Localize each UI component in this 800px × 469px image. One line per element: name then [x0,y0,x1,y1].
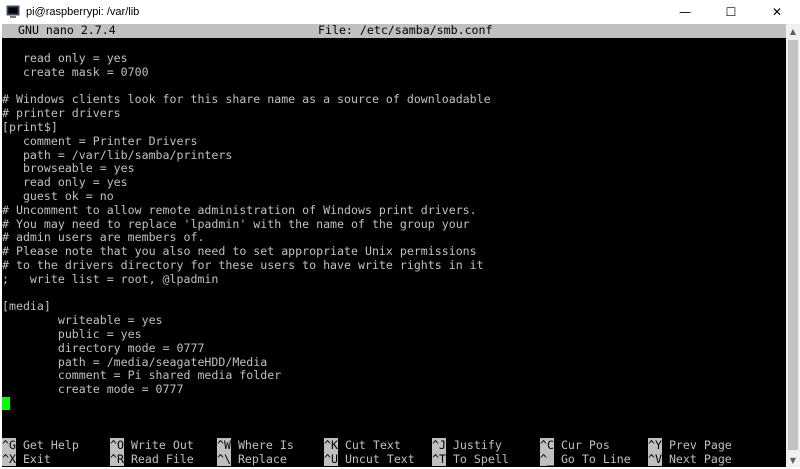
terminal-window: pi@raspberrypi: /var/lib — ☐ ✕ GNU nano … [0,0,800,469]
shortcut-label: Write Out [130,438,194,452]
editor-text-area[interactable]: read only = yes create mask = 0700 # Win… [2,51,786,411]
text-line: # printer drivers [2,106,121,121]
text-line [2,287,786,301]
window-controls: — ☐ ✕ [662,0,800,24]
shortcut-key: ^W [217,438,231,452]
maximize-button[interactable]: ☐ [708,0,754,24]
shortcut-uncut-text[interactable]: ^U Uncut Text [324,451,415,467]
shortcut-key: ^C [540,438,554,452]
shortcut-key: ^U [324,451,338,466]
text-line: # You may need to replace 'lpadmin' with… [2,216,470,231]
shortcut-key: ^\ [217,451,231,466]
shortcut-to-spell[interactable]: ^T To Spell [432,451,509,467]
vertical-scrollbar[interactable]: ▲ ▼ [786,24,800,467]
minimize-button[interactable]: — [662,0,708,24]
shortcut-label: Where Is [237,438,294,452]
scroll-up-arrow-icon[interactable]: ▲ [786,24,800,38]
shortcut-key: ^_ [540,451,554,466]
shortcut-get-help[interactable]: ^G Get Help [2,438,79,453]
shortcut-label: Cut Text [344,438,401,452]
text-line: # Uncomment to allow remote administrati… [2,202,477,217]
shortcut-row-1: ^G Get Help ^O Write Out ^W Where Is ^K … [2,438,786,453]
text-line: comment = Pi shared media folder [2,368,282,383]
shortcut-key: ^X [2,451,16,466]
shortcut-label: To Spell [452,451,509,466]
shortcut-label: Prev Page [668,438,732,452]
text-line: comment = Printer Drivers [2,133,198,148]
shortcut-cut-text[interactable]: ^K Cut Text [324,438,401,453]
nano-version: GNU nano 2.7.4 [18,24,116,37]
shortcut-label: Go To Line [560,451,631,466]
text-line: path = /media/seagateHDD/Media [2,354,268,369]
text-line: directory mode = 0777 [2,340,205,355]
text-line: guest ok = no [2,188,114,203]
shortcut-where-is[interactable]: ^W Where Is [217,438,294,453]
shortcut-key: ^T [432,451,446,466]
shortcut-prev-page[interactable]: ^Y Prev Page [648,438,732,453]
shortcut-label: Uncut Text [344,451,415,466]
shortcut-row-2: ^X Exit ^R Read File ^\ Replace ^U Uncut… [2,451,786,467]
text-line: public = yes [2,326,142,341]
shortcut-key: ^K [324,438,338,452]
text-line: # to the drivers directory for these use… [2,257,484,272]
shortcut-key: ^R [110,451,124,466]
nano-file-name: File: /etc/samba/smb.conf [318,24,493,37]
shortcut-go-to-line[interactable]: ^_ Go To Line [540,451,631,467]
title-bar[interactable]: pi@raspberrypi: /var/lib — ☐ ✕ [0,0,800,24]
text-line: # Windows clients look for this share na… [2,92,491,107]
scroll-down-arrow-icon[interactable]: ▼ [786,453,800,467]
terminal-screen[interactable]: GNU nano 2.7.4 File: /etc/samba/smb.conf… [2,24,786,467]
nano-shortcut-bar: ^G Get Help ^O Write Out ^W Where Is ^K … [2,438,786,467]
window-title: pi@raspberrypi: /var/lib [26,6,140,18]
cursor-line [2,396,786,411]
putty-terminal-icon [6,5,20,19]
close-button[interactable]: ✕ [754,0,800,24]
shortcut-key: ^O [110,438,124,452]
text-line: [media] [2,299,51,314]
text-line: # Please note that you also need to set … [2,244,477,259]
text-cursor [2,396,10,410]
shortcut-label: Cur Pos [560,438,610,452]
shortcut-exit[interactable]: ^X Exit [2,451,51,467]
shortcut-label: Next Page [668,451,732,466]
text-line: read only = yes [2,175,128,190]
shortcut-key: ^G [2,438,16,452]
shortcut-label: Replace [237,451,287,466]
text-line: browseable = yes [2,161,135,176]
text-line: # admin users are members of. [2,230,205,245]
text-line: create mask = 0700 [2,64,149,79]
shortcut-write-out[interactable]: ^O Write Out [110,438,194,453]
shortcut-justify[interactable]: ^J Justify [432,438,502,453]
shortcut-next-page[interactable]: ^V Next Page [648,451,732,467]
shortcut-label: Exit [22,451,51,466]
text-line: [print$] [2,119,58,134]
shortcut-read-file[interactable]: ^R Read File [110,451,194,467]
text-line: create mode = 0777 [2,382,184,397]
text-line: read only = yes [2,51,128,65]
text-line [2,80,786,94]
text-line: writeable = yes [2,313,163,328]
shortcut-cur-pos[interactable]: ^C Cur Pos [540,438,610,453]
shortcut-label: Justify [452,438,502,452]
shortcut-key: ^J [432,438,446,452]
nano-header-bar: GNU nano 2.7.4 File: /etc/samba/smb.conf [2,24,786,38]
shortcut-label: Read File [130,451,194,466]
shortcut-replace[interactable]: ^\ Replace [217,451,287,467]
shortcut-label: Get Help [22,438,79,452]
text-line: path = /var/lib/samba/printers [2,147,233,162]
scrollbar-thumb[interactable] [788,40,798,450]
shortcut-key: ^V [648,451,662,466]
text-line: ; write list = root, @lpadmin [2,271,219,286]
shortcut-key: ^Y [648,438,662,452]
